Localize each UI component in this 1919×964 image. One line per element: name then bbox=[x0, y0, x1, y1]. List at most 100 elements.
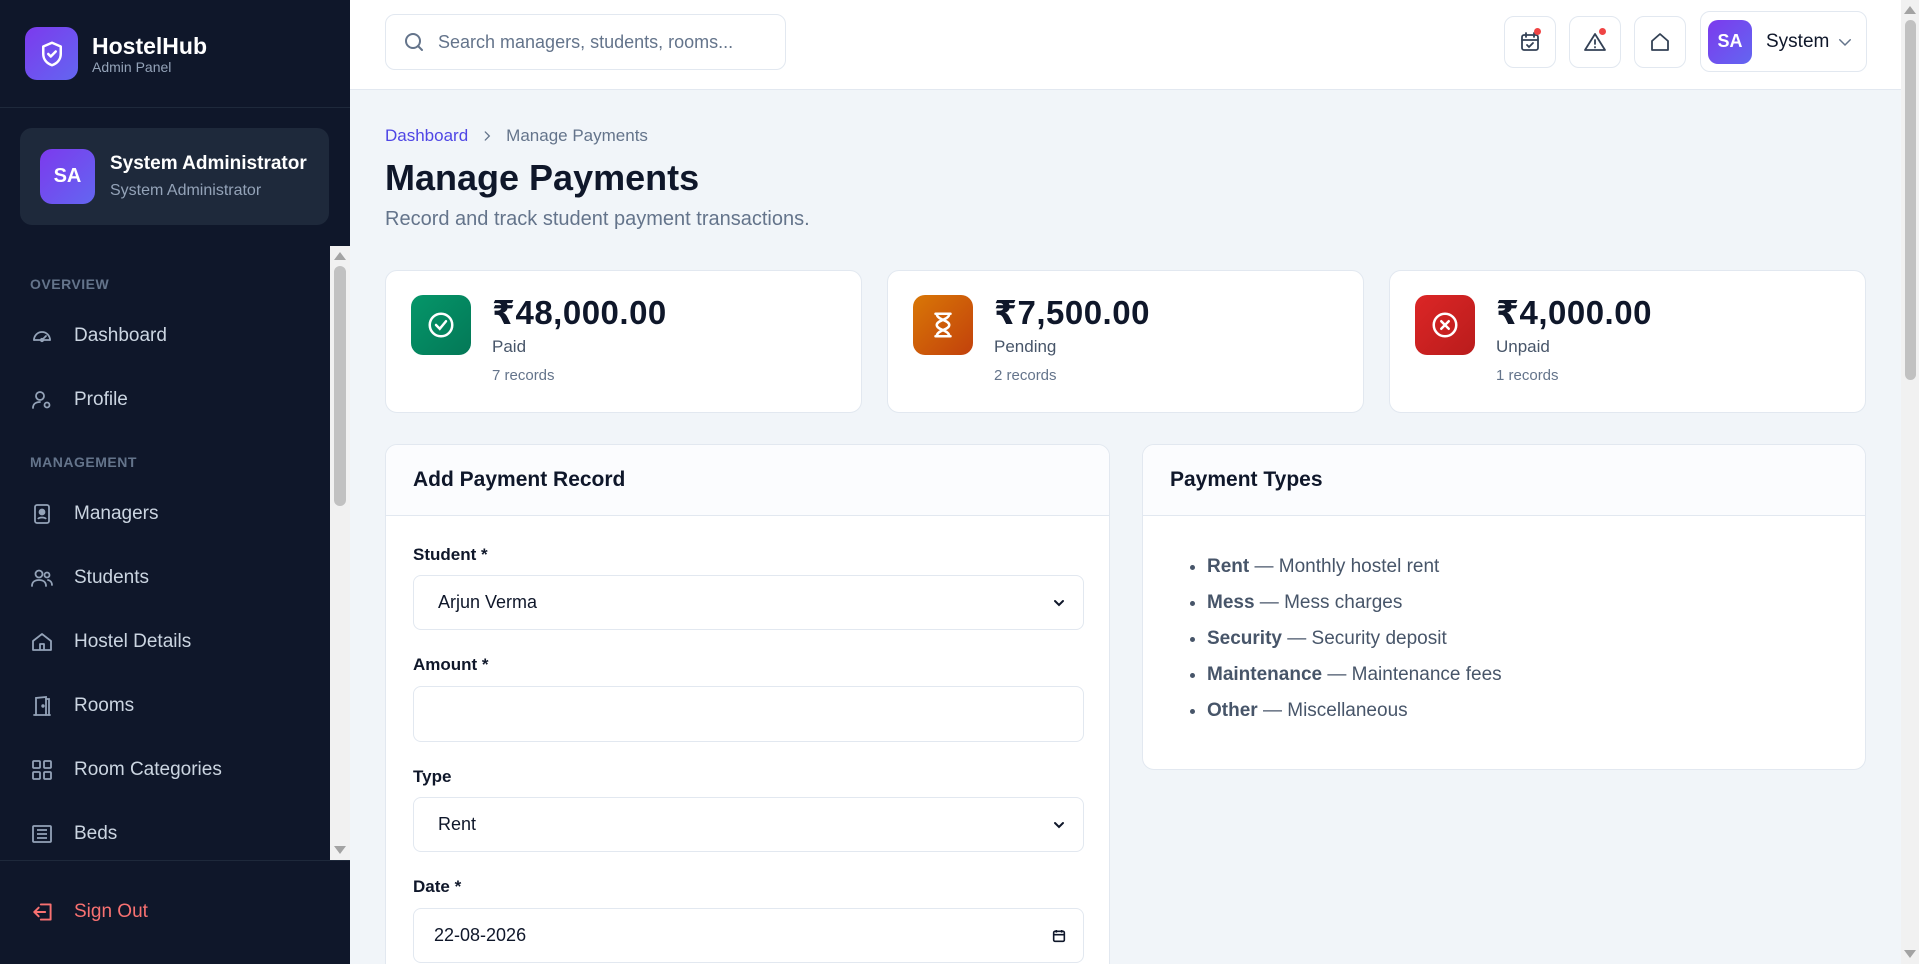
sidebar-item-managers[interactable]: Managers bbox=[0, 486, 330, 542]
student-select[interactable]: Arjun Verma bbox=[413, 575, 1084, 630]
sidebar-nav: OVERVIEW Dashboard Profile MANAGEMENT Ma… bbox=[0, 246, 350, 860]
calendar-button[interactable] bbox=[1504, 16, 1556, 68]
alerts-button[interactable] bbox=[1569, 16, 1621, 68]
sidebar-item-beds[interactable]: Beds bbox=[0, 806, 330, 860]
chevron-down-icon bbox=[1054, 599, 1064, 606]
sidebar-item-students[interactable]: Students bbox=[0, 550, 330, 606]
date-input[interactable]: 22-08-2026 bbox=[413, 908, 1084, 963]
stat-label: Pending bbox=[994, 337, 1057, 356]
scrollbar-thumb[interactable] bbox=[334, 266, 346, 506]
gauge-icon bbox=[33, 331, 51, 343]
stat-count: 2 records bbox=[994, 367, 1057, 384]
payment-types-list: Rent — Monthly hostel rent Mess — Mess c… bbox=[1207, 549, 1502, 729]
hourglass-icon bbox=[913, 295, 973, 355]
date-input-value: 22-08-2026 bbox=[434, 925, 527, 945]
search-input[interactable] bbox=[438, 31, 768, 53]
scroll-up-icon[interactable] bbox=[1904, 6, 1916, 14]
payment-type-name: Mess bbox=[1207, 592, 1255, 613]
amount-input[interactable] bbox=[413, 686, 1084, 742]
notification-dot bbox=[1534, 28, 1541, 35]
sidebar-item-label: Rooms bbox=[74, 695, 135, 716]
stat-value: ₹7,500.00 bbox=[994, 294, 1150, 331]
brand[interactable]: HostelHub Admin Panel bbox=[0, 0, 350, 108]
user-menu[interactable]: SA System bbox=[1700, 11, 1867, 72]
add-payment-panel: Add Payment Record Student * Arjun Verma… bbox=[385, 444, 1110, 964]
payment-type-desc: — Monthly hostel rent bbox=[1249, 556, 1440, 577]
door-icon bbox=[33, 696, 51, 716]
payment-type-name: Maintenance bbox=[1207, 664, 1323, 685]
id-badge-icon bbox=[34, 504, 50, 524]
sidebar-item-label: Dashboard bbox=[74, 325, 167, 346]
panel-title: Payment Types bbox=[1143, 445, 1865, 516]
scrollbar-thumb[interactable] bbox=[1905, 20, 1916, 380]
brand-subtitle: Admin Panel bbox=[92, 58, 172, 75]
sidebar-footer: Sign Out bbox=[0, 860, 350, 964]
grid-icon bbox=[32, 760, 52, 780]
avatar: SA bbox=[1708, 19, 1752, 64]
sidebar-item-profile[interactable]: Profile bbox=[0, 372, 330, 428]
page-scrollbar[interactable] bbox=[1901, 0, 1919, 964]
top-bar: SA System bbox=[350, 0, 1901, 90]
chevron-down-icon bbox=[1839, 38, 1851, 46]
type-select[interactable]: Rent bbox=[413, 797, 1084, 852]
stat-card-pending: ₹7,500.00 Pending 2 records bbox=[887, 270, 1364, 413]
avatar: SA bbox=[40, 149, 95, 204]
user-role: System Administrator bbox=[110, 181, 262, 199]
stat-label: Paid bbox=[492, 337, 527, 356]
sidebar-item-room-categories[interactable]: Room Categories bbox=[0, 742, 330, 798]
payment-type-name: Rent bbox=[1207, 556, 1250, 577]
scroll-up-icon[interactable] bbox=[334, 252, 346, 260]
list-item: Other — Miscellaneous bbox=[1207, 693, 1502, 729]
student-select-value: Arjun Verma bbox=[438, 592, 538, 612]
type-select-value: Rent bbox=[438, 814, 477, 834]
amount-label: Amount * bbox=[413, 655, 489, 674]
list-item: Security — Security deposit bbox=[1207, 621, 1502, 657]
calendar-icon[interactable] bbox=[1051, 928, 1067, 944]
search-icon bbox=[405, 33, 423, 51]
sidebar-item-label: Hostel Details bbox=[74, 631, 192, 652]
sidebar-item-rooms[interactable]: Rooms bbox=[0, 678, 330, 734]
scroll-down-icon[interactable] bbox=[334, 846, 346, 854]
nav-section-overview: OVERVIEW bbox=[30, 276, 110, 292]
users-icon bbox=[31, 569, 53, 587]
home-button[interactable] bbox=[1634, 16, 1686, 68]
home-icon bbox=[1651, 33, 1669, 51]
payment-type-desc: — Miscellaneous bbox=[1257, 700, 1408, 721]
breadcrumb: Dashboard Manage Payments bbox=[385, 126, 648, 146]
notification-dot bbox=[1599, 28, 1606, 35]
home-icon bbox=[32, 633, 52, 651]
x-circle-icon bbox=[1415, 295, 1475, 355]
scroll-down-icon[interactable] bbox=[1904, 950, 1916, 958]
breadcrumb-current: Manage Payments bbox=[506, 126, 648, 145]
payment-type-name: Other bbox=[1207, 700, 1258, 721]
student-label: Student * bbox=[413, 545, 488, 564]
sidebar: HostelHub Admin Panel SA System Administ… bbox=[0, 0, 350, 964]
payment-types-panel: Payment Types Rent — Monthly hostel rent… bbox=[1142, 444, 1866, 770]
stat-count: 7 records bbox=[492, 367, 555, 384]
user-card: SA System Administrator System Administr… bbox=[20, 128, 329, 225]
shield-icon bbox=[25, 27, 78, 80]
sidebar-item-hostel-details[interactable]: Hostel Details bbox=[0, 614, 330, 670]
sidebar-scrollbar[interactable] bbox=[330, 246, 350, 860]
payment-type-desc: — Maintenance fees bbox=[1322, 664, 1502, 685]
breadcrumb-dashboard[interactable]: Dashboard bbox=[385, 126, 468, 146]
sidebar-item-label: Students bbox=[74, 567, 149, 588]
payment-type-name: Security bbox=[1207, 628, 1282, 649]
brand-name: HostelHub bbox=[92, 32, 207, 59]
sidebar-item-label: Profile bbox=[74, 389, 128, 410]
bed-icon bbox=[32, 825, 52, 843]
search-box[interactable] bbox=[385, 14, 786, 70]
list-item: Mess — Mess charges bbox=[1207, 585, 1502, 621]
list-item: Maintenance — Maintenance fees bbox=[1207, 657, 1502, 693]
panel-title: Add Payment Record bbox=[386, 445, 1109, 516]
stat-label: Unpaid bbox=[1496, 337, 1550, 356]
sign-out-icon bbox=[33, 903, 52, 921]
stat-value: ₹48,000.00 bbox=[492, 294, 667, 331]
nav-section-management: MANAGEMENT bbox=[30, 454, 137, 470]
sign-out-button[interactable]: Sign Out bbox=[30, 899, 148, 925]
page-subtitle: Record and track student payment transac… bbox=[385, 208, 810, 230]
sidebar-item-label: Room Categories bbox=[74, 759, 222, 780]
chevron-right-icon bbox=[484, 131, 491, 141]
chevron-down-icon bbox=[1054, 821, 1064, 828]
sidebar-item-dashboard[interactable]: Dashboard bbox=[0, 308, 330, 364]
